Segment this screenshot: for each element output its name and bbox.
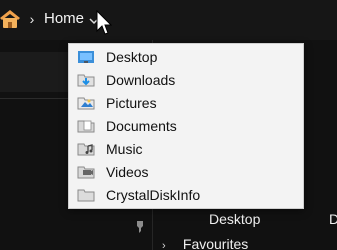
mouse-cursor xyxy=(96,9,113,36)
menu-item-crystaldiskinfo[interactable]: CrystalDiskInfo xyxy=(69,184,303,207)
partial-item-label[interactable]: D xyxy=(329,210,337,228)
home-icon[interactable] xyxy=(0,8,20,30)
menu-item-label: CrystalDiskInfo xyxy=(106,187,201,203)
menu-item-label: Music xyxy=(106,141,143,157)
music-folder-icon xyxy=(77,141,95,157)
address-bar: › Home xyxy=(0,0,337,40)
menu-item-label: Documents xyxy=(106,118,177,134)
menu-item-pictures[interactable]: Pictures xyxy=(69,92,303,115)
breadcrumb-separator: › xyxy=(29,11,35,27)
breadcrumb-dropdown-menu: Desktop Downloads Pictures Documents Mus… xyxy=(68,43,304,209)
menu-item-label: Pictures xyxy=(106,95,157,111)
videos-folder-icon xyxy=(77,164,95,180)
pictures-folder-icon xyxy=(77,95,95,111)
downloads-folder-icon xyxy=(77,72,95,88)
documents-folder-icon xyxy=(77,118,95,134)
menu-item-label: Videos xyxy=(106,164,149,180)
chevron-right-icon: › xyxy=(162,240,166,250)
breadcrumb-home[interactable]: Home xyxy=(44,10,84,28)
menu-item-music[interactable]: Music xyxy=(69,138,303,161)
file-explorer-window: › Home Desktop D › Favourites Desktop Do… xyxy=(0,0,337,250)
menu-item-downloads[interactable]: Downloads xyxy=(69,69,303,92)
menu-item-label: Desktop xyxy=(106,49,158,65)
favourites-section[interactable]: › Favourites xyxy=(162,236,248,250)
menu-item-documents[interactable]: Documents xyxy=(69,115,303,138)
pin-icon[interactable] xyxy=(133,220,145,234)
favourites-label: Favourites xyxy=(182,236,249,250)
menu-item-label: Downloads xyxy=(106,72,176,88)
folder-icon xyxy=(77,187,95,203)
desktop-item-label[interactable]: Desktop xyxy=(209,210,260,228)
menu-item-desktop[interactable]: Desktop xyxy=(69,46,303,69)
desktop-folder-icon xyxy=(77,49,95,65)
menu-item-videos[interactable]: Videos xyxy=(69,161,303,184)
